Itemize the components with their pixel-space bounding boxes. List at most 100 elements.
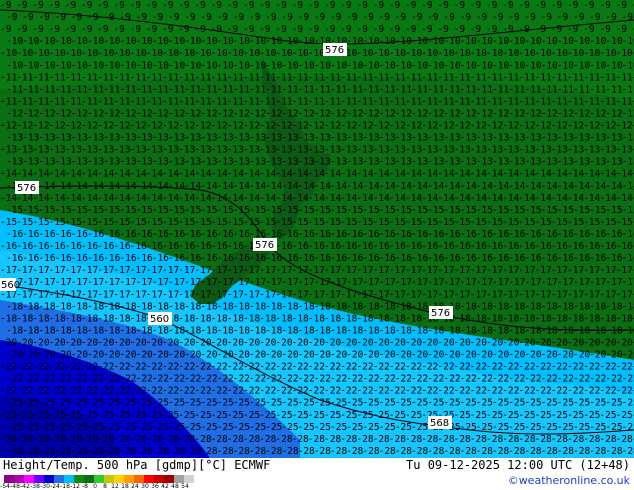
grid-value: -25 (589, 422, 606, 433)
grid-value: -28 (389, 434, 406, 445)
grid-value: -25 (259, 410, 276, 421)
grid-value: -10 (32, 48, 49, 59)
credit-link[interactable]: ©weatheronline.co.uk (508, 474, 630, 487)
grid-value: -15 (346, 205, 363, 216)
grid-value: -13 (340, 145, 357, 156)
grid-value: -12 (508, 109, 525, 120)
grid-value: -17 (243, 289, 260, 300)
grid-value: -18 (589, 325, 606, 336)
grid-value: -11 (113, 72, 130, 83)
grid-value: -17 (119, 277, 136, 288)
grid-value: -12 (275, 121, 292, 132)
grid-value: -17 (97, 289, 114, 300)
grid-value: -9 (362, 12, 374, 23)
grid-value: -25 (314, 422, 331, 433)
grid-value: -17 (583, 289, 600, 300)
grid-value: -25 (152, 422, 169, 433)
grid-value: -12 (55, 109, 72, 120)
grid-value: -14 (281, 181, 298, 192)
grid-value: -16 (314, 253, 331, 264)
grid-value: -13 (65, 145, 82, 156)
grid-value: -10 (460, 60, 477, 71)
grid-value: -17 (508, 277, 525, 288)
grid-value: -22 (308, 386, 325, 397)
grid-value: -11 (437, 96, 454, 107)
grid-value: -10 (152, 60, 169, 71)
grid-value: -17 (535, 265, 552, 276)
grid-value: -9 (38, 12, 50, 23)
grid-value: -12 (421, 121, 438, 132)
grid-value: -9 (324, 24, 336, 35)
grid-value: -13 (589, 133, 606, 144)
grid-value: -22 (356, 386, 373, 397)
grid-value: -20 (49, 338, 66, 349)
grid-value: -18 (281, 301, 298, 312)
grid-value: -14 (583, 169, 600, 180)
grid-value: -10 (524, 36, 541, 47)
grid-value: -10 (168, 36, 185, 47)
grid-value: -15 (583, 217, 600, 228)
grid-value: -10 (292, 48, 309, 59)
grid-value: -15 (437, 217, 454, 228)
grid-value: -16 (502, 241, 519, 252)
grid-value: -12 (622, 109, 634, 120)
grid-value: -11 (573, 84, 590, 95)
grid-value: -25 (470, 410, 487, 421)
grid-value: -25 (168, 422, 185, 433)
grid-value: -11 (411, 84, 428, 95)
grid-value: -12 (217, 109, 234, 120)
grid-value: -10 (22, 36, 39, 47)
grid-value: -20 (152, 350, 169, 361)
grid-value: -28 (362, 446, 379, 457)
grid-value: -9 (259, 0, 271, 11)
grid-value: -25 (541, 422, 558, 433)
grid-value: -16 (136, 253, 153, 264)
grid-value: -16 (557, 229, 574, 240)
grid-value: -13 (200, 157, 217, 168)
grid-value: -18 (217, 301, 234, 312)
grid-value: -13 (130, 145, 147, 156)
grid-value: -11 (65, 96, 82, 107)
grid-value: -20 (6, 350, 23, 361)
grid-value: -14 (49, 193, 66, 204)
scale-swatch (44, 475, 54, 483)
grid-value: -10 (217, 36, 234, 47)
grid-value: -11 (599, 96, 616, 107)
grid-value: -28 (16, 434, 33, 445)
grid-value: -11 (324, 72, 341, 83)
grid-value: -12 (616, 121, 633, 132)
grid-value: -11 (259, 96, 276, 107)
grid-value: -17 (16, 265, 33, 276)
grid-value: -25 (130, 410, 147, 421)
grid-value: -15 (22, 205, 39, 216)
grid-value: -16 (427, 253, 444, 264)
grid-value: -28 (281, 446, 298, 457)
grid-value: -15 (265, 205, 282, 216)
grid-value: -9 (81, 24, 93, 35)
grid-value: -25 (346, 422, 363, 433)
grid-value: -18 (616, 313, 633, 324)
grid-value: -14 (518, 193, 535, 204)
grid-value: -9 (557, 12, 569, 23)
grid-value: -13 (152, 157, 169, 168)
grid-value: -16 (551, 241, 568, 252)
grid-value: -15 (200, 205, 217, 216)
grid-value: -17 (178, 289, 195, 300)
grid-value: -14 (454, 193, 471, 204)
grid-value: -14 (259, 169, 276, 180)
grid-value: -22 (551, 362, 568, 373)
grid-value: -20 (470, 338, 487, 349)
grid-value: -9 (71, 12, 83, 23)
grid-value: -15 (16, 217, 33, 228)
grid-value: -17 (324, 289, 341, 300)
grid-value: -13 (259, 145, 276, 156)
grid-value: -18 (292, 313, 309, 324)
grid-value: -16 (508, 229, 525, 240)
grid-value: -15 (281, 205, 298, 216)
grid-value: -20 (599, 338, 616, 349)
grid-value: -9 (119, 12, 131, 23)
grid-value: -9 (379, 12, 391, 23)
grid-value: -25 (71, 422, 88, 433)
grid-value: -14 (130, 193, 147, 204)
scale-label: -18 (60, 483, 70, 490)
